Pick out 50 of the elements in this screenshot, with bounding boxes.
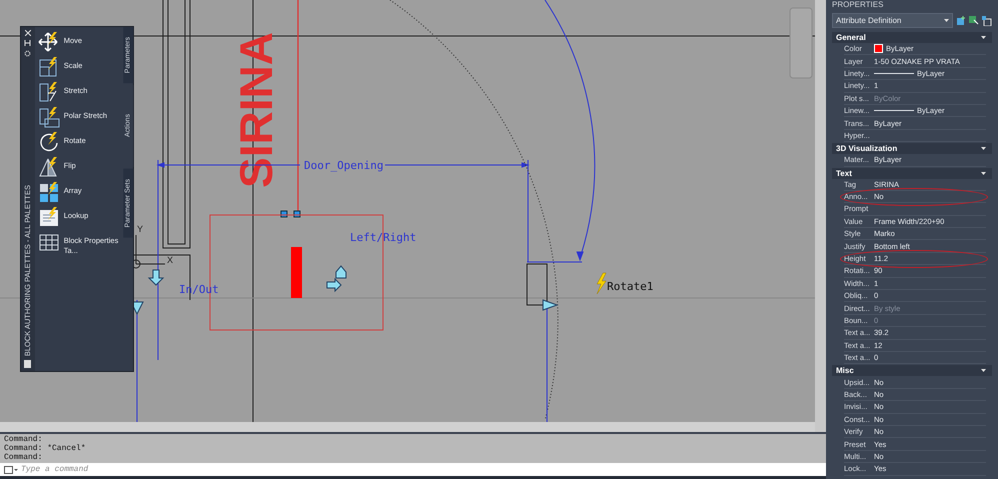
- scrollbar[interactable]: [0, 422, 815, 432]
- lightning-icon: [596, 272, 606, 294]
- door-jamb: [526, 264, 548, 306]
- flip-grip[interactable]: [336, 265, 346, 278]
- section-header[interactable]: 3D Visualization: [832, 143, 992, 154]
- collapse-icon[interactable]: [981, 172, 986, 175]
- collapse-icon[interactable]: [981, 147, 986, 150]
- flip-action-icon: [38, 156, 60, 178]
- lookup-action-icon: [38, 206, 60, 228]
- select-objects-icon[interactable]: [969, 16, 979, 26]
- flip-grip[interactable]: [148, 270, 164, 286]
- axis-label: X: [167, 255, 174, 265]
- properties-icon[interactable]: [24, 360, 32, 368]
- navigation-bar: [790, 8, 812, 78]
- move-action-icon: [38, 31, 60, 53]
- lookup-grip[interactable]: [326, 278, 342, 292]
- scrollbar[interactable]: [815, 0, 826, 432]
- section-header[interactable]: Text: [832, 168, 992, 179]
- command-input[interactable]: Type a command: [0, 463, 826, 476]
- autohide-icon[interactable]: [24, 40, 32, 46]
- section-header[interactable]: General: [832, 32, 992, 43]
- terminal-icon[interactable]: [4, 466, 18, 474]
- dimension-label: Door_Opening: [304, 159, 384, 172]
- object-dropdown[interactable]: Attribute Definition: [832, 13, 953, 28]
- settings-icon[interactable]: [24, 50, 32, 57]
- close-icon[interactable]: [24, 30, 31, 36]
- collapse-icon[interactable]: [981, 369, 986, 372]
- linetype-sample: [874, 72, 914, 74]
- caret-icon: [944, 19, 949, 22]
- toggle-pickadd-icon[interactable]: [956, 16, 966, 26]
- collapse-icon[interactable]: [981, 36, 986, 39]
- door-leaf-block: [291, 247, 302, 298]
- command-field[interactable]: Type a command: [21, 465, 822, 474]
- section-header[interactable]: Misc: [832, 365, 992, 376]
- command-line: Command: *Cancel*: [4, 444, 87, 453]
- linetype-sample: [874, 110, 914, 112]
- polar-action-icon: [38, 106, 60, 128]
- color-swatch: [874, 44, 883, 54]
- axis-label: Y: [137, 224, 144, 234]
- array-action-icon: [38, 181, 60, 203]
- attribute-text: SIRINA: [230, 32, 282, 188]
- quick-select-icon[interactable]: [982, 16, 992, 26]
- command-line: Command:: [4, 435, 44, 444]
- stretch-action-icon: [38, 81, 60, 103]
- action-label: Rotate1: [607, 280, 654, 293]
- panel-title: PROPERTIES: [832, 0, 884, 9]
- scale-action-icon: [38, 56, 60, 78]
- command-line: Command:: [4, 453, 44, 462]
- rotate-action-icon: [38, 131, 60, 153]
- flip-grip[interactable]: [542, 299, 558, 311]
